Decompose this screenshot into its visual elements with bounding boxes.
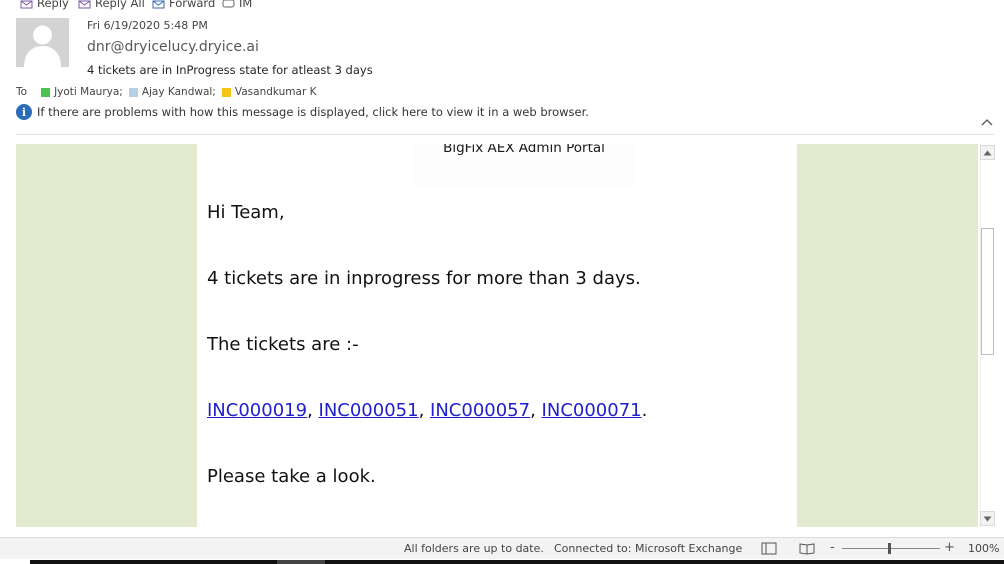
ticket-link[interactable]: INC000019 xyxy=(207,400,307,421)
normal-view-icon xyxy=(761,542,777,555)
info-bar[interactable]: i If there are problems with how this me… xyxy=(16,104,589,120)
info-icon: i xyxy=(16,104,32,120)
recipients-row: To Jyoti Maurya; Ajay Kandwal; Vasandkum… xyxy=(16,86,323,98)
zoom-out-button[interactable]: - xyxy=(830,540,835,555)
header-divider xyxy=(16,134,994,135)
recipient-name: Jyoti Maurya; xyxy=(54,86,123,98)
to-label: To xyxy=(16,86,28,98)
recipient[interactable]: Ajay Kandwal; xyxy=(128,86,216,98)
scroll-down-button[interactable] xyxy=(980,511,995,526)
ticket-summary: 4 tickets are in inprogress for more tha… xyxy=(207,268,641,289)
im-button[interactable]: IM xyxy=(222,0,252,10)
scroll-up-button[interactable] xyxy=(980,145,995,160)
forward-icon xyxy=(152,0,165,9)
reply-button[interactable]: Reply xyxy=(20,0,69,10)
reading-view-icon xyxy=(799,543,815,555)
presence-status-icon xyxy=(221,87,231,97)
separator: , xyxy=(307,400,319,421)
chevron-up-icon xyxy=(981,119,993,126)
taskbar-item-edge xyxy=(277,560,325,564)
sent-date: Fri 6/19/2020 5:48 PM xyxy=(87,19,208,32)
reply-all-label: Reply All xyxy=(95,0,145,10)
message-subject: 4 tickets are in InProgress state for at… xyxy=(87,63,373,77)
zoom-slider[interactable] xyxy=(842,548,940,549)
triangle-down-icon xyxy=(983,516,992,521)
portal-banner: BigFix AEX Admin Portal xyxy=(414,144,634,186)
greeting: Hi Team, xyxy=(207,202,285,223)
separator: , xyxy=(418,400,431,421)
reply-all-button[interactable]: Reply All xyxy=(78,0,145,10)
forward-button[interactable]: Forward xyxy=(152,0,215,10)
period: . xyxy=(641,400,648,421)
message-toolbar: Reply Reply All Forward IM xyxy=(0,0,400,10)
right-margin-panel xyxy=(797,144,978,527)
ticket-link[interactable]: INC000051 xyxy=(319,400,419,421)
sync-status: All folders are up to date. xyxy=(404,542,544,555)
forward-label: Forward xyxy=(169,0,216,10)
left-margin-panel xyxy=(16,144,197,527)
zoom-in-button[interactable]: + xyxy=(944,540,955,555)
normal-view-button[interactable] xyxy=(761,542,777,555)
scroll-thumb[interactable] xyxy=(981,228,994,355)
reply-all-icon xyxy=(78,0,91,9)
reply-label: Reply xyxy=(37,0,69,10)
recipient-name: Ajay Kandwal; xyxy=(141,86,216,98)
recipient-name: Vasandkumar K xyxy=(234,86,317,98)
recipient[interactable]: Vasandkumar K xyxy=(221,86,317,98)
zoom-slider-thumb[interactable] xyxy=(888,543,891,554)
zoom-level[interactable]: 100% xyxy=(968,542,999,555)
ticket-link[interactable]: INC000071 xyxy=(542,400,642,421)
reply-icon xyxy=(20,0,33,9)
recipient[interactable]: Jyoti Maurya; xyxy=(41,86,123,98)
separator: , xyxy=(530,400,542,421)
message-body: BigFix AEX Admin Portal Hi Team, 4 ticke… xyxy=(16,144,978,527)
status-bar: All folders are up to date. Connected to… xyxy=(0,537,1004,559)
presence-status-icon xyxy=(128,87,138,97)
ticket-list: INC000019, INC000051, INC000057, INC0000… xyxy=(207,400,647,421)
closing-line: Please take a look. xyxy=(207,466,376,487)
ticket-link[interactable]: INC000057 xyxy=(430,400,530,421)
person-silhouette-icon xyxy=(16,18,69,67)
triangle-up-icon xyxy=(983,150,992,155)
im-label: IM xyxy=(239,0,253,10)
info-message: If there are problems with how this mess… xyxy=(37,105,589,119)
taskbar-edge xyxy=(30,560,1004,564)
sender-address[interactable]: dnr@dryicelucy.dryice.ai xyxy=(87,39,259,55)
sender-avatar[interactable] xyxy=(16,18,69,67)
ticket-intro: The tickets are :- xyxy=(207,334,359,355)
collapse-header-button[interactable] xyxy=(980,113,994,126)
presence-status-icon xyxy=(41,87,51,97)
chat-icon xyxy=(222,0,235,9)
reading-view-button[interactable] xyxy=(799,542,815,555)
connection-status: Connected to: Microsoft Exchange xyxy=(554,542,743,555)
